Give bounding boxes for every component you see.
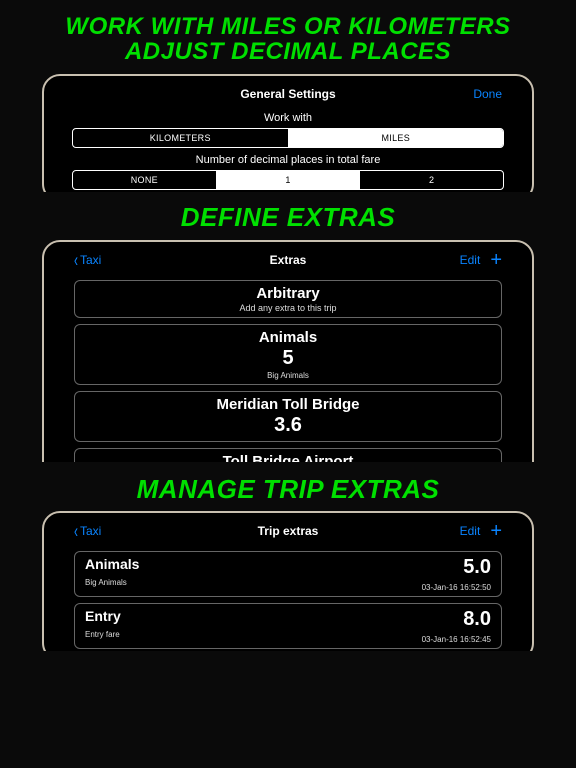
segment-1[interactable]: 1 bbox=[217, 171, 361, 189]
trip-title: Entry bbox=[85, 608, 121, 624]
trip-row-animals[interactable]: Animals Big Animals 5.0 03-Jan-16 16:52:… bbox=[74, 551, 502, 597]
headline-mid: DEFINE EXTRAS bbox=[0, 192, 576, 239]
back-label: Taxi bbox=[80, 524, 101, 538]
extra-item-animals[interactable]: Animals 5 Big Animals bbox=[74, 324, 502, 385]
extra-item-arbitrary[interactable]: Arbitrary Add any extra to this trip bbox=[74, 280, 502, 318]
headline-line1: WORK WITH MILES OR KILOMETERS bbox=[0, 14, 576, 39]
trip-value: 5.0 bbox=[422, 556, 491, 579]
navbar-trip: ‹ Taxi Trip extras Edit + bbox=[70, 517, 506, 545]
chevron-left-icon: ‹ bbox=[74, 520, 78, 542]
segment-2[interactable]: 2 bbox=[360, 171, 503, 189]
done-button[interactable]: Done bbox=[473, 87, 502, 101]
decimal-segment[interactable]: NONE 1 2 bbox=[72, 170, 504, 190]
trip-date: 03-Jan-16 16:52:45 bbox=[422, 635, 491, 644]
work-with-label: Work with bbox=[70, 112, 506, 124]
segment-miles[interactable]: MILES bbox=[289, 129, 504, 147]
edit-button[interactable]: Edit bbox=[460, 253, 481, 267]
extra-value: 5 bbox=[83, 347, 493, 370]
tablet-frame-extras: ‹ Taxi Extras Edit + Arbitrary Add any e… bbox=[42, 240, 534, 462]
extra-sub: Add any extra to this trip bbox=[83, 303, 493, 313]
segment-kilometers[interactable]: KILOMETERS bbox=[73, 129, 289, 147]
decimal-label: Number of decimal places in total fare bbox=[70, 154, 506, 166]
trip-sub: Entry fare bbox=[85, 630, 121, 639]
nav-title-settings: General Settings bbox=[44, 87, 532, 101]
plus-icon[interactable]: + bbox=[490, 521, 502, 541]
edit-button[interactable]: Edit bbox=[460, 524, 481, 538]
extra-title: Animals bbox=[83, 329, 493, 346]
plus-icon[interactable]: + bbox=[490, 250, 502, 270]
navbar-extras: ‹ Taxi Extras Edit + bbox=[70, 246, 506, 274]
headline-top: WORK WITH MILES OR KILOMETERS ADJUST DEC… bbox=[0, 0, 576, 74]
extra-note: Big Animals bbox=[83, 371, 493, 380]
trip-row-entry[interactable]: Entry Entry fare 8.0 03-Jan-16 16:52:45 bbox=[74, 603, 502, 649]
tablet-frame-trip: ‹ Taxi Trip extras Edit + Animals Big An… bbox=[42, 511, 534, 651]
headline-line2: ADJUST DECIMAL PLACES bbox=[0, 39, 576, 64]
headline-bot: MANAGE TRIP EXTRAS bbox=[0, 462, 576, 511]
work-with-segment[interactable]: KILOMETERS MILES bbox=[72, 128, 504, 148]
trip-value: 8.0 bbox=[422, 608, 491, 631]
back-label: Taxi bbox=[80, 253, 101, 267]
chevron-left-icon: ‹ bbox=[74, 248, 78, 270]
tablet-frame-settings: General Settings Done Work with KILOMETE… bbox=[42, 74, 534, 192]
back-button-trip[interactable]: ‹ Taxi bbox=[74, 524, 101, 538]
extra-value: 3.6 bbox=[83, 414, 493, 437]
back-button-extras[interactable]: ‹ Taxi bbox=[74, 253, 101, 267]
extra-item-meridian[interactable]: Meridian Toll Bridge 3.6 bbox=[74, 391, 502, 442]
extra-title: Toll Bridge Airport bbox=[83, 453, 493, 462]
segment-none[interactable]: NONE bbox=[73, 171, 217, 189]
trip-title: Animals bbox=[85, 556, 139, 572]
navbar-settings: General Settings Done bbox=[70, 80, 506, 108]
trip-sub: Big Animals bbox=[85, 578, 139, 587]
extra-title: Meridian Toll Bridge bbox=[83, 396, 493, 413]
extra-title: Arbitrary bbox=[83, 285, 493, 302]
extra-item-airport[interactable]: Toll Bridge Airport 2.5 bbox=[74, 448, 502, 462]
trip-date: 03-Jan-16 16:52:50 bbox=[422, 583, 491, 592]
